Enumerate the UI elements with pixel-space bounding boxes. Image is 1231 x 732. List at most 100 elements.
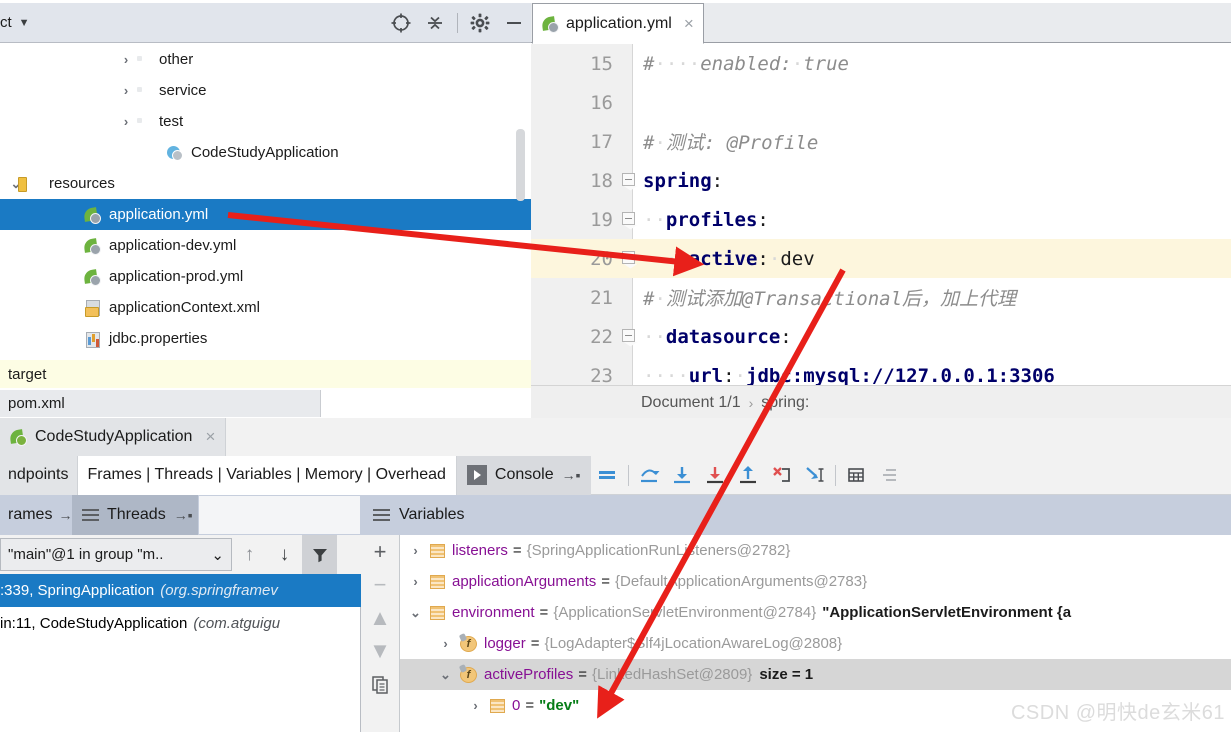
fold-toggle-icon[interactable] <box>622 211 638 228</box>
variable-row[interactable]: › applicationArguments = {DefaultApplicatio… <box>400 566 1231 597</box>
locate-target-icon[interactable] <box>384 6 418 40</box>
pane-header-variables[interactable]: Variables <box>361 495 1231 535</box>
tree-item-service[interactable]: › service <box>0 75 531 106</box>
tree-expander-icon[interactable]: › <box>118 114 134 129</box>
breadcrumb-node[interactable]: spring: <box>761 394 809 412</box>
fold-toggle-icon[interactable] <box>622 172 638 189</box>
copy-icon[interactable] <box>361 667 400 700</box>
tree-row-target[interactable]: target <box>0 360 531 388</box>
variable-row[interactable]: › listeners = {SpringApplicationRunListener… <box>400 535 1231 566</box>
debug-run-tab[interactable]: CodeStudyApplication × <box>0 418 227 456</box>
tree-item-application-dev-yml[interactable]: application-dev.yml <box>0 230 531 261</box>
fold-toggle-icon[interactable] <box>622 328 638 345</box>
step-into-icon[interactable] <box>666 456 699 495</box>
trace-current-stream-icon[interactable] <box>873 456 906 495</box>
toolbar-divider <box>627 464 629 486</box>
editor-breadcrumb[interactable]: Document 1/1 › spring: <box>531 385 1231 420</box>
tree-item-jdbc-properties[interactable]: jdbc.properties <box>0 323 531 354</box>
tree-expander-icon[interactable]: › <box>118 83 134 98</box>
variable-string-value: "dev" <box>539 697 580 714</box>
variables-side-toolbar: + − ▲ ▼ <box>361 535 400 732</box>
tab-views-group[interactable]: Frames | Threads | Variables | Memory | … <box>76 455 457 495</box>
editor-tab-label: application.yml <box>566 14 672 32</box>
code-line-19[interactable]: 19 ··profiles: <box>531 200 1231 239</box>
tree-item-application-yml[interactable]: application.yml <box>0 199 531 230</box>
frame-row[interactable]: :339, SpringApplication (org.springframev <box>0 574 361 607</box>
variable-equals: = <box>530 635 540 652</box>
pane-header-threads[interactable]: Threads →▪ <box>72 495 198 535</box>
editor-tab-application-yml[interactable]: application.yml × <box>532 3 704 44</box>
tree-item-other[interactable]: › other <box>0 44 531 75</box>
variable-expander-icon[interactable]: › <box>408 543 423 558</box>
spring-leaf-icon <box>84 207 102 223</box>
tree-item-codestudyapplication[interactable]: CodeStudyApplication <box>0 137 531 168</box>
close-icon[interactable]: × <box>205 427 215 447</box>
move-down-icon[interactable]: ↓ <box>267 535 302 574</box>
code-line-18[interactable]: 18 spring: <box>531 161 1231 200</box>
code-line-22[interactable]: 22 ··datasource: <box>531 317 1231 356</box>
run-to-cursor-icon[interactable] <box>798 456 831 495</box>
fold-toggle-icon[interactable] <box>622 250 638 267</box>
show-execution-point-icon[interactable] <box>591 456 624 495</box>
f-field-icon: f <box>460 635 477 652</box>
code-line-20[interactable]: 20 ····active:·dev <box>531 239 1231 278</box>
tree-item-resources[interactable]: ⌄ resources <box>0 168 531 199</box>
variable-expander-icon[interactable]: › <box>408 574 423 589</box>
variable-ref: {LogAdapter$Slf4jLocationAwareLog@2808} <box>544 635 843 652</box>
pane-header-empty-slot <box>198 495 361 535</box>
code-line-23[interactable]: 23 ····url:·jdbc:mysql://127.0.0.1:3306 <box>531 356 1231 386</box>
tree-item-label: jdbc.properties <box>109 330 208 347</box>
thread-selector[interactable]: "main"@1 in group "m.. ⌄ <box>0 538 232 571</box>
add-watch-icon[interactable]: + <box>361 535 400 568</box>
minimize-icon[interactable] <box>497 6 531 40</box>
variable-expander-icon[interactable]: ⌄ <box>408 605 423 621</box>
code-line-15[interactable]: 15 #····enabled:·true <box>531 44 1231 83</box>
variable-expander-icon[interactable]: › <box>438 636 453 651</box>
filter-icon[interactable] <box>302 535 337 574</box>
variable-row[interactable]: › f logger = {LogAdapter$Slf4jLocationAwareL… <box>400 628 1231 659</box>
tree-expander-icon[interactable]: › <box>118 52 134 67</box>
variable-row[interactable]: ⌄ f activeProfiles = {LinkedHashSet@2809} siz… <box>400 659 1231 690</box>
code-line-21[interactable]: 21 #·测试添加@Transactional后，加上代理 <box>531 278 1231 317</box>
tree-scrollbar[interactable] <box>516 129 525 201</box>
tree-item-applicationcontext-xml[interactable]: applicationContext.xml <box>0 292 531 323</box>
code-line-17[interactable]: 17 #·测试: @Profile <box>531 122 1231 161</box>
variable-equals: = <box>601 573 611 590</box>
editor-code-area[interactable]: 15 #····enabled:·true 16 17 #·测试: @Profile 18… <box>531 44 1231 385</box>
line-number: 17 <box>590 130 613 153</box>
step-over-icon[interactable] <box>633 456 666 495</box>
variable-expander-icon[interactable]: › <box>468 698 483 713</box>
tab-console[interactable]: Console →▪ <box>456 455 591 495</box>
settings-gear-icon[interactable] <box>463 6 497 40</box>
collapse-all-icon[interactable] <box>418 6 452 40</box>
tree-row-pom[interactable]: pom.xml <box>0 390 321 417</box>
force-step-into-icon[interactable] <box>699 456 732 495</box>
project-dropdown-caret-icon[interactable]: ▼ <box>19 17 30 29</box>
move-up-icon[interactable]: ▲ <box>361 601 400 634</box>
project-tree[interactable]: › other › service › test CodeStudyApplication ⌄… <box>0 44 531 389</box>
toolbar-divider <box>834 464 836 486</box>
evaluate-expression-icon[interactable] <box>840 456 873 495</box>
variable-ref: {DefaultApplicationArguments@2783} <box>615 573 868 590</box>
breadcrumb-document[interactable]: Document 1/1 <box>641 394 741 412</box>
frame-row[interactable]: in:11, CodeStudyApplication (com.atguigu <box>0 607 361 640</box>
tab-endpoints[interactable]: ndpoints <box>0 455 77 495</box>
code-text: spring: <box>643 169 724 192</box>
tree-item-application-prod-yml[interactable]: application-prod.yml <box>0 261 531 292</box>
remove-watch-icon[interactable]: − <box>361 568 400 601</box>
line-number: 22 <box>590 325 613 348</box>
step-out-icon[interactable] <box>732 456 765 495</box>
variable-expander-icon[interactable]: ⌄ <box>438 667 453 683</box>
tree-item-test[interactable]: › test <box>0 106 531 137</box>
folder-icon <box>134 52 152 68</box>
pin-icon[interactable]: →▪ <box>562 467 581 483</box>
move-down-icon[interactable]: ▼ <box>361 634 400 667</box>
variable-row[interactable]: ⌄ environment = {ApplicationServletEnvironm… <box>400 597 1231 628</box>
pin-icon[interactable]: →▪ <box>174 507 193 523</box>
code-text: #····enabled:·true <box>643 52 849 75</box>
close-icon[interactable]: × <box>684 14 694 34</box>
code-line-16[interactable]: 16 <box>531 83 1231 122</box>
drop-frame-icon[interactable] <box>765 456 798 495</box>
console-play-icon <box>466 465 487 485</box>
move-up-icon[interactable]: ↑ <box>232 535 267 574</box>
